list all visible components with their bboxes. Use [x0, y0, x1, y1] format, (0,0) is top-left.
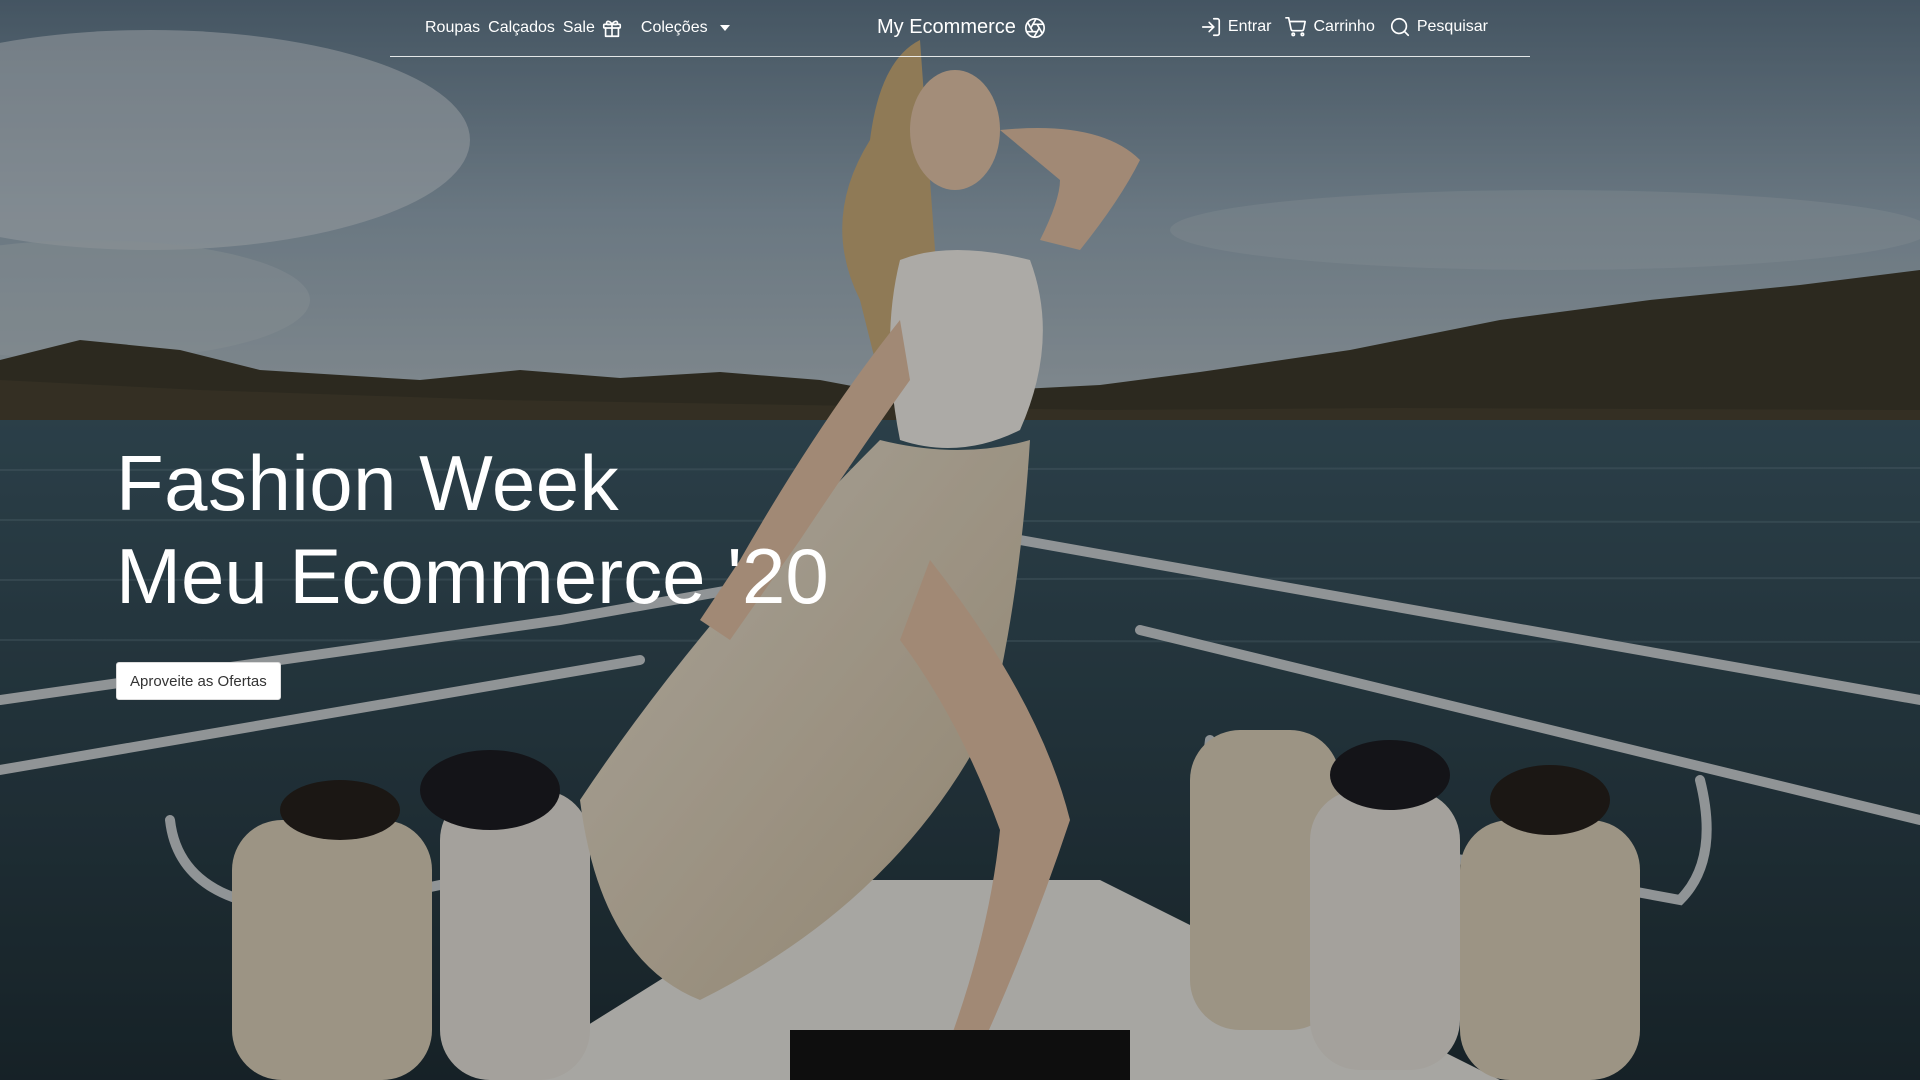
- hero-section: Roupas Calçados Sale Coleções My Ecommer…: [0, 0, 1920, 1080]
- nav-dropdown-colecoes[interactable]: Coleções: [641, 19, 730, 37]
- search-link[interactable]: Pesquisar: [1389, 16, 1488, 38]
- login-icon: [1201, 17, 1220, 37]
- nav-right-menu: Entrar Carrinho Pesquisar: [1200, 16, 1488, 38]
- offers-button[interactable]: Aproveite as Ofertas: [116, 662, 281, 700]
- nav-left-menu: Roupas Calçados Sale Coleções: [425, 17, 730, 39]
- hero-heading: Fashion Week Meu Ecommerce '20: [116, 438, 829, 624]
- login-link[interactable]: Entrar: [1200, 16, 1272, 38]
- nav-link-sale[interactable]: Sale: [563, 17, 623, 39]
- brand-label: My Ecommerce: [877, 16, 1016, 38]
- aperture-icon: [1024, 17, 1045, 38]
- login-label: Entrar: [1227, 18, 1272, 35]
- hero-subtitle: Meu Ecommerce '20: [116, 532, 829, 620]
- nav-link-label: Sale: [562, 19, 595, 36]
- search-label: Pesquisar: [1416, 18, 1488, 35]
- nav-link-label: Roupas: [425, 19, 481, 36]
- search-icon: [1390, 17, 1409, 37]
- gift-icon: [602, 20, 621, 38]
- cart-label: Carrinho: [1313, 18, 1375, 35]
- hero-title: Fashion Week: [116, 439, 620, 527]
- brand-logo[interactable]: My Ecommerce: [877, 16, 1046, 39]
- nav-link-label: Coleções: [640, 19, 708, 36]
- cart-icon: [1285, 17, 1307, 37]
- nav-link-label: Calçados: [488, 19, 555, 36]
- cart-link[interactable]: Carrinho: [1285, 16, 1375, 38]
- top-navbar: Roupas Calçados Sale Coleções My Ecommer…: [390, 0, 1530, 57]
- nav-link-calcados[interactable]: Calçados: [488, 19, 555, 37]
- chevron-down-icon: [719, 25, 730, 31]
- nav-link-roupas[interactable]: Roupas: [425, 19, 480, 37]
